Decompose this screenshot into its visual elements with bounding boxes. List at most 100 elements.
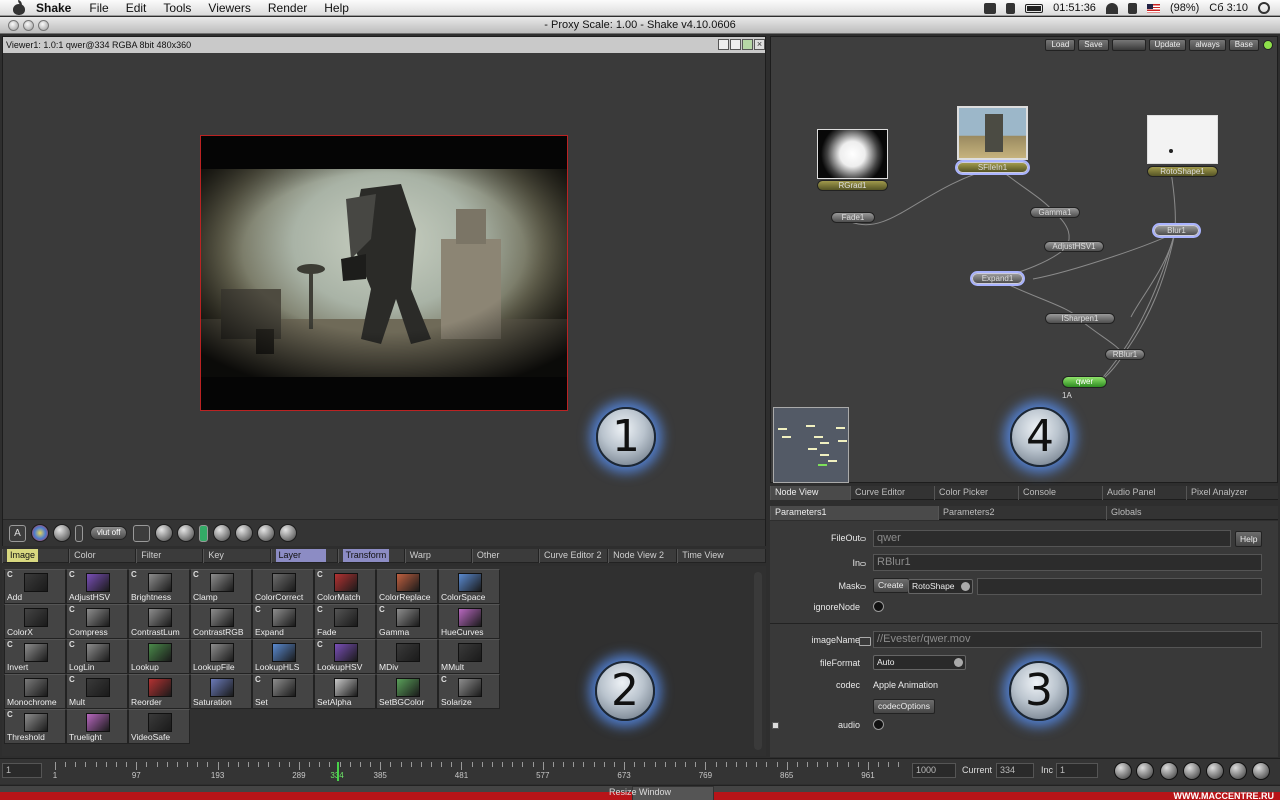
node-rgrad1[interactable]: RGrad1 [817,180,888,191]
node-isharpen1[interactable]: ISharpen1 [1045,313,1115,324]
tool-reorder[interactable]: Reorder [128,674,190,709]
tool-expand[interactable]: C Expand [252,604,314,639]
cursor-icon[interactable] [235,524,254,542]
current-frame-field[interactable]: 334 [996,763,1034,778]
in-field[interactable]: RBlur1 [873,554,1262,571]
node-sfilein1[interactable]: SFileIn1 [957,162,1028,173]
tab-audio-panel[interactable]: Audio Panel [1102,486,1186,500]
tool-setbgcolor[interactable]: SetBGColor [376,674,438,709]
tab-pixel-analyzer[interactable]: Pixel Analyzer [1186,486,1278,500]
tool-gamma[interactable]: C Gamma [376,604,438,639]
color-channel-icon[interactable] [31,524,49,542]
fileformat-dropdown[interactable]: Auto [873,655,966,670]
viewer-split-icon[interactable] [730,39,741,50]
apple-logo-icon[interactable] [12,0,26,15]
compare-icon[interactable] [199,524,209,542]
battery-icon[interactable] [1025,3,1044,13]
rotate-icon[interactable] [177,524,196,542]
bluetooth-icon[interactable] [1006,2,1016,14]
zoom-window-button[interactable] [38,20,49,31]
tool-colorreplace[interactable]: ColorReplace [376,569,438,604]
tab-layer[interactable]: Layer [270,549,338,563]
alpha-channel-icon[interactable]: A [9,524,26,542]
imagename-field[interactable]: //Evester/qwer.mov [873,631,1262,648]
tab-parameters2[interactable]: Parameters2 [938,506,1106,520]
node-adjusthsv1[interactable]: AdjustHSV1 [1044,241,1104,252]
viewer-close-icon[interactable]: × [754,39,765,50]
tool-add[interactable]: C Add [4,569,66,604]
tab-node-view-2[interactable]: Node View 2 [608,549,678,563]
time-ruler[interactable]: 197193289334385481577673769865961 [50,762,906,781]
frame-fit-icon[interactable] [133,524,151,542]
viewer-image-frame[interactable] [200,135,568,411]
menu-viewers[interactable]: Viewers [208,1,250,15]
update-mode-icon[interactable] [53,524,71,542]
stop-icon[interactable] [1206,762,1224,780]
tool-set[interactable]: C Set [252,674,314,709]
tool-contrastlum[interactable]: ContrastLum [128,604,190,639]
node-fade1[interactable]: Fade1 [831,212,875,223]
tool-saturation[interactable]: Saturation [190,674,252,709]
node-view-minimap[interactable] [773,407,849,483]
menubar-datetime[interactable]: Сб 3:10 [1209,2,1248,14]
tool-mdiv[interactable]: MDiv [376,639,438,674]
node-view[interactable]: Load Save Update always Base RGrad1 SFil… [770,36,1278,483]
volume-icon[interactable] [1127,2,1137,14]
tool-solarize[interactable]: C Solarize [438,674,500,709]
rotoshape-thumbnail[interactable] [1147,115,1218,164]
audio-toggle[interactable] [873,719,884,730]
tool-lookuphsv[interactable]: C LookupHSV [314,639,376,674]
fileout-link-icon[interactable] [860,537,866,541]
rgrad-thumbnail[interactable] [817,129,888,179]
tab-parameters1[interactable]: Parameters1 [770,506,938,520]
playhead[interactable] [337,762,339,781]
tool-fade[interactable]: C Fade [314,604,376,639]
tool-lookup[interactable]: Lookup [128,639,190,674]
tool-setalpha[interactable]: SetAlpha [314,674,376,709]
tool-threshold[interactable]: C Threshold [4,709,66,744]
node-expand1[interactable]: Expand1 [972,273,1023,284]
tab-node-view[interactable]: Node View [770,486,850,500]
fileout-field[interactable]: qwer [873,530,1231,547]
vlut-toggle-icon[interactable] [75,524,83,542]
tool-adjusthsv[interactable]: C AdjustHSV [66,569,128,604]
codec-options-button[interactable]: codecOptions [873,699,935,714]
tab-filter[interactable]: Filter [136,549,204,563]
tool-colorcorrect[interactable]: ColorCorrect [252,569,314,604]
tool-compress[interactable]: C Compress [66,604,128,639]
tab-transform[interactable]: Transform [337,549,405,563]
menu-icon[interactable] [279,524,298,542]
minimize-window-button[interactable] [23,20,34,31]
tool-loglin[interactable]: C LogLin [66,639,128,674]
mask-link-icon[interactable] [860,585,866,589]
wifi-icon[interactable] [1105,2,1118,14]
folder-icon[interactable] [859,637,871,646]
timeline-end-field[interactable]: 1000 [912,763,956,778]
tool-colorspace[interactable]: ColorSpace [438,569,500,604]
tool-monochrome[interactable]: Monochrome [4,674,66,709]
tab-warp[interactable]: Warp [404,549,472,563]
node-blur1[interactable]: Blur1 [1154,225,1199,236]
tool-mmult[interactable]: MMult [438,639,500,674]
render-icon[interactable] [1136,762,1154,780]
tab-console[interactable]: Console [1018,486,1102,500]
lock-icon[interactable] [213,524,232,542]
node-qwer[interactable]: qwer [1062,376,1107,388]
tab-globals[interactable]: Globals [1106,506,1278,520]
flipbook-icon[interactable] [1114,762,1132,780]
viewer-layout-icon[interactable] [742,39,753,50]
menu-app[interactable]: Shake [36,1,71,15]
vlut-button[interactable]: vlut off [90,526,128,540]
spotlight-search-icon[interactable] [1258,2,1270,15]
zoom-icon[interactable] [155,524,174,542]
tool-lookupfile[interactable]: LookupFile [190,639,252,674]
tool-contrastrgb[interactable]: ContrastRGB [190,604,252,639]
help-button[interactable]: Help [1235,531,1263,547]
tab-time-view[interactable]: Time View [677,549,766,563]
tab-other[interactable]: Other [471,549,539,563]
mask-create-button[interactable]: Create [873,578,909,593]
play-backward-icon[interactable] [1183,762,1201,780]
tool-lookuphls[interactable]: LookupHLS [252,639,314,674]
flag-icon[interactable] [1146,3,1160,13]
tool-invert[interactable]: C Invert [4,639,66,674]
